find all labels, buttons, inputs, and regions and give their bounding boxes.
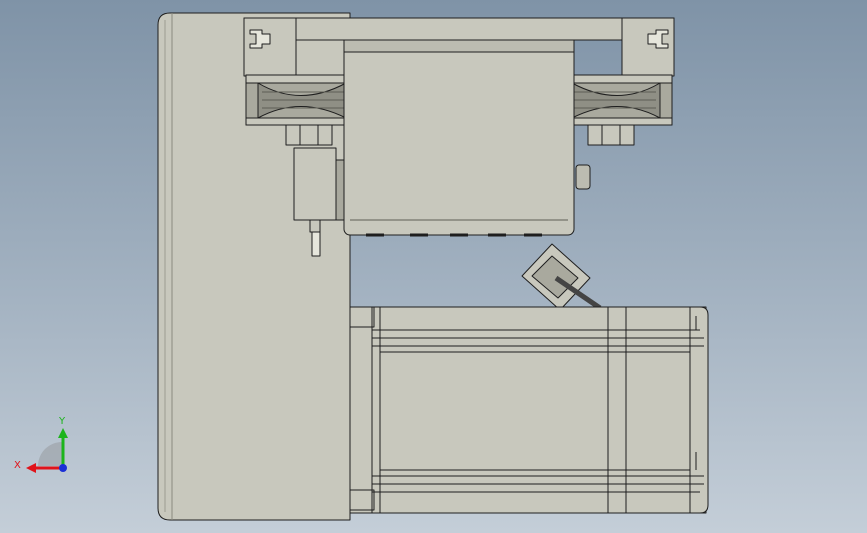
right-bracket-block[interactable] (621, 17, 675, 77)
y-axis-arrow (58, 428, 68, 438)
assembly-model[interactable] (0, 0, 867, 533)
orientation-triad: Y X (14, 416, 68, 473)
left-hex-nut[interactable] (285, 124, 333, 146)
cad-viewport[interactable]: Y X (0, 0, 867, 533)
carriage-block[interactable] (343, 39, 575, 237)
cable-connector[interactable] (521, 243, 602, 311)
x-axis-label: X (14, 460, 21, 471)
carriage-side-knob[interactable] (575, 164, 591, 190)
z-axis-dot (59, 464, 67, 472)
right-hex-nut[interactable] (587, 124, 635, 146)
servo-motor[interactable] (349, 306, 709, 514)
left-bracket-block[interactable] (243, 17, 297, 77)
left-v-groove-wheel[interactable] (245, 74, 347, 126)
top-frame-bar[interactable] (243, 17, 675, 41)
z-axis-quarter-disc (38, 442, 62, 466)
right-v-groove-wheel[interactable] (571, 74, 673, 126)
x-axis-arrow (26, 463, 36, 473)
y-axis-label: Y (58, 416, 66, 427)
